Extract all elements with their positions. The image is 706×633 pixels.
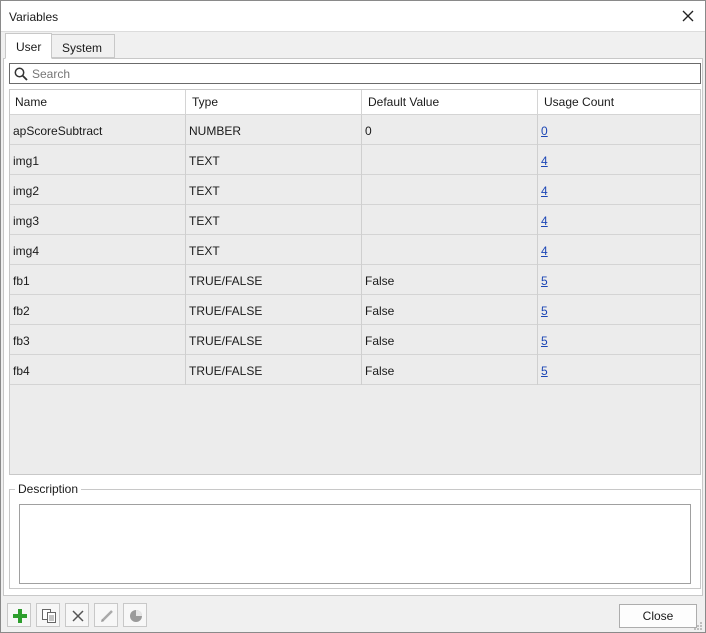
cell-usage-count: 4 (538, 205, 700, 235)
cell-default-value: False (362, 355, 538, 385)
cell-name: img3 (10, 205, 186, 235)
cell-name: fb3 (10, 325, 186, 355)
usage-count-link[interactable]: 5 (541, 334, 548, 348)
cell-type: TEXT (186, 205, 362, 235)
usage-count-link[interactable]: 4 (541, 154, 548, 168)
usage-count-link[interactable]: 5 (541, 304, 548, 318)
tab-user[interactable]: User (5, 33, 52, 59)
cell-type: TRUE/FALSE (186, 295, 362, 325)
cell-type: NUMBER (186, 115, 362, 145)
copy-variable-button[interactable] (36, 603, 60, 627)
table-row[interactable]: fb1 TRUE/FALSE False 5 (10, 265, 700, 295)
table-row[interactable]: fb3 TRUE/FALSE False 5 (10, 325, 700, 355)
cell-default-value (362, 145, 538, 175)
cell-name: fb2 (10, 295, 186, 325)
tab-content-user: Name Type Default Value Usage Count apSc… (3, 58, 703, 596)
search-box[interactable] (9, 63, 701, 84)
cell-type: TEXT (186, 235, 362, 265)
cell-default-value: False (362, 295, 538, 325)
cell-usage-count: 4 (538, 175, 700, 205)
window-close-icon[interactable] (677, 5, 699, 27)
resize-grip-icon[interactable] (693, 620, 703, 630)
cell-type: TRUE/FALSE (186, 265, 362, 295)
table-row[interactable]: apScoreSubtract NUMBER 0 0 (10, 115, 700, 145)
cell-usage-count: 5 (538, 355, 700, 385)
title-bar: Variables (1, 1, 705, 32)
usage-count-link[interactable]: 5 (541, 274, 548, 288)
cell-type: TEXT (186, 145, 362, 175)
cell-usage-count: 0 (538, 115, 700, 145)
column-header-usage-count[interactable]: Usage Count (538, 90, 700, 115)
add-variable-button[interactable] (7, 603, 31, 627)
cell-usage-count: 5 (538, 295, 700, 325)
cell-usage-count: 4 (538, 235, 700, 265)
cell-type: TRUE/FALSE (186, 355, 362, 385)
usage-count-link[interactable]: 4 (541, 244, 548, 258)
close-button[interactable]: Close (619, 604, 697, 628)
cell-default-value (362, 205, 538, 235)
description-group: Description (9, 482, 701, 589)
cell-name: fb1 (10, 265, 186, 295)
cell-name: apScoreSubtract (10, 115, 186, 145)
variables-dialog: Variables User System Name Type (0, 0, 706, 633)
cell-name: img4 (10, 235, 186, 265)
search-icon (14, 67, 28, 81)
cell-name: fb4 (10, 355, 186, 385)
cell-default-value: False (362, 265, 538, 295)
table-row[interactable]: img2 TEXT 4 (10, 175, 700, 205)
column-header-name[interactable]: Name (10, 90, 186, 115)
table-row[interactable]: img4 TEXT 4 (10, 235, 700, 265)
window-title: Variables (9, 10, 59, 24)
table-header: Name Type Default Value Usage Count (10, 90, 700, 115)
table-row[interactable]: fb2 TRUE/FALSE False 5 (10, 295, 700, 325)
cell-name: img2 (10, 175, 186, 205)
column-header-default-value[interactable]: Default Value (362, 90, 538, 115)
description-label: Description (15, 482, 82, 496)
cell-default-value (362, 175, 538, 205)
tab-bar: User System (3, 32, 705, 59)
variables-table: Name Type Default Value Usage Count apSc… (9, 89, 701, 475)
cell-usage-count: 5 (538, 265, 700, 295)
cell-usage-count: 4 (538, 145, 700, 175)
usage-count-link[interactable]: 0 (541, 124, 548, 138)
cell-default-value (362, 235, 538, 265)
usage-count-link[interactable]: 5 (541, 364, 548, 378)
description-field[interactable] (19, 504, 691, 584)
table-row[interactable]: fb4 TRUE/FALSE False 5 (10, 355, 700, 385)
cell-default-value: 0 (362, 115, 538, 145)
table-row[interactable]: img1 TEXT 4 (10, 145, 700, 175)
cell-name: img1 (10, 145, 186, 175)
column-header-type[interactable]: Type (186, 90, 362, 115)
cell-type: TEXT (186, 175, 362, 205)
cell-default-value: False (362, 325, 538, 355)
delete-variable-button[interactable] (65, 603, 89, 627)
search-input[interactable] (32, 65, 692, 82)
table-row[interactable]: img3 TEXT 4 (10, 205, 700, 235)
cell-usage-count: 5 (538, 325, 700, 355)
usage-chart-button[interactable] (123, 603, 147, 627)
tab-system[interactable]: System (51, 34, 115, 58)
cell-type: TRUE/FALSE (186, 325, 362, 355)
usage-count-link[interactable]: 4 (541, 184, 548, 198)
edit-variable-button[interactable] (94, 603, 118, 627)
usage-count-link[interactable]: 4 (541, 214, 548, 228)
